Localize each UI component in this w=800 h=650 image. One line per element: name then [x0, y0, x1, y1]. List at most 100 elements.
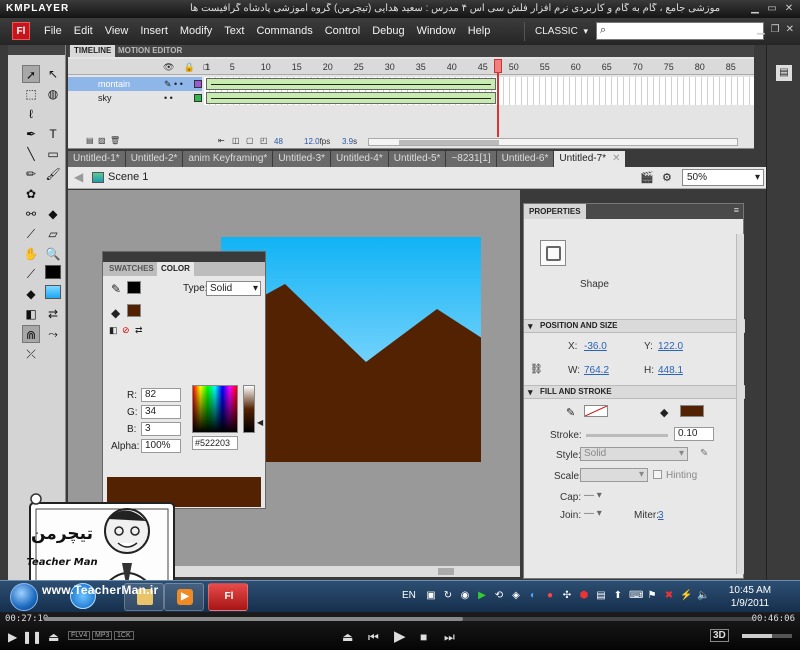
menu-control[interactable]: Control — [319, 25, 366, 37]
close-icon[interactable]: ✕ — [782, 2, 796, 15]
workspace-switcher[interactable]: CLASSIC — [524, 22, 588, 41]
fill-stroke-section[interactable]: FILL AND STROKE — [524, 385, 745, 399]
library-icon[interactable]: ▤ — [776, 65, 792, 81]
subselection-tool-icon[interactable]: ↖ — [44, 65, 62, 83]
menu-debug[interactable]: Debug — [366, 25, 410, 37]
tab-properties[interactable]: PROPERTIES — [524, 204, 586, 219]
start-button[interactable] — [10, 583, 38, 611]
tab-motion-editor[interactable]: MOTION EDITOR — [114, 45, 186, 57]
brightness-slider[interactable] — [243, 385, 255, 433]
document-tab[interactable]: Untitled-7* ✕ — [554, 151, 626, 167]
new-folder-icon[interactable]: ▨ — [98, 136, 106, 145]
tray-plug-icon[interactable]: ⚡ — [680, 589, 692, 603]
layer-row-sky[interactable]: sky • • — [68, 91, 754, 105]
document-tab[interactable]: Untitled-5* — [388, 151, 446, 167]
x-value[interactable]: -36.0 — [584, 341, 607, 352]
position-size-section[interactable]: POSITION AND SIZE — [524, 319, 745, 333]
document-tab[interactable]: Untitled-1* — [68, 151, 125, 167]
fill-swatch[interactable] — [127, 304, 141, 317]
layer-name[interactable]: sky — [68, 91, 202, 105]
3d-rotation-tool-icon[interactable]: ◍ — [44, 85, 62, 103]
tray-warning-icon[interactable]: ✖ — [663, 589, 675, 603]
previous-icon[interactable]: ⏮ — [368, 630, 379, 645]
tray-volume-icon[interactable]: 🔈 — [697, 589, 709, 603]
alpha-input[interactable]: 100% — [141, 439, 181, 453]
stop-icon[interactable]: ■ — [420, 630, 427, 644]
layer-row-montain[interactable]: montain ✎ • • — [68, 77, 754, 91]
tray-monitor-icon[interactable]: ▤ — [595, 589, 607, 603]
stroke-swatch[interactable] — [127, 281, 141, 294]
play-icon[interactable]: ▶ — [394, 627, 406, 645]
play-small-icon[interactable]: ▶ — [8, 630, 17, 644]
next-icon[interactable]: ⏭ — [444, 630, 455, 645]
new-layer-icon[interactable]: ▤ — [86, 136, 94, 145]
r-input[interactable]: 82 — [141, 388, 181, 402]
eject-button-icon[interactable]: ⏏ — [342, 630, 353, 644]
stroke-color-icon[interactable]: ✎ — [566, 406, 575, 419]
tray-network-icon[interactable]: ◉ — [459, 589, 471, 603]
selection-tool-icon[interactable]: ➚ — [22, 65, 40, 83]
brightness-arrow-icon[interactable]: ◀ — [257, 418, 263, 427]
menu-insert[interactable]: Insert — [134, 25, 174, 37]
tray-security-icon[interactable]: ● — [544, 589, 556, 603]
document-tab[interactable]: Untitled-2* — [125, 151, 183, 167]
document-tab[interactable]: Untitled-3* — [273, 151, 331, 167]
scale-select[interactable]: ▾ — [580, 468, 648, 482]
document-tab[interactable]: Untitled-6* — [496, 151, 554, 167]
straighten-icon[interactable]: ⤫ — [22, 345, 40, 363]
swap-colors-icon[interactable]: ⇄ — [44, 305, 62, 323]
tray-app-icon[interactable]: ▣ — [425, 589, 437, 603]
text-tool-icon[interactable]: T — [44, 125, 62, 143]
lock-ratio-icon[interactable]: ⛓ — [530, 364, 543, 375]
delete-layer-icon[interactable]: 🗑 — [110, 136, 120, 145]
fill-color-icon[interactable]: ◆ — [660, 406, 668, 419]
menu-file[interactable]: File — [38, 25, 68, 37]
edit-stroke-style-icon[interactable]: ✎ — [700, 448, 708, 459]
properties-scrollbar[interactable] — [736, 234, 744, 574]
bone-tool-icon[interactable]: ⚯ — [22, 205, 40, 223]
close-tab-icon[interactable]: ✕ — [612, 153, 620, 164]
3d-button[interactable]: 3D — [710, 629, 729, 642]
fill-color-swatch[interactable] — [44, 285, 62, 303]
tray-globe-icon[interactable]: ◐ — [527, 589, 539, 603]
seek-bar[interactable] — [44, 617, 754, 621]
snap-to-objects-icon[interactable]: ⋒ — [22, 325, 40, 343]
zoom-select[interactable]: 50% — [682, 169, 764, 186]
eyedropper-tool-icon[interactable]: ⟋ — [22, 225, 40, 243]
restore-icon[interactable]: ❐ — [771, 24, 780, 35]
black-white-icon[interactable]: ◧ — [22, 305, 40, 323]
hand-tool-icon[interactable]: ✋ — [22, 245, 40, 263]
hinting-checkbox[interactable] — [653, 470, 662, 479]
stroke-input[interactable]: 0.10 — [674, 427, 714, 441]
motion-tween-span[interactable] — [206, 78, 496, 90]
hex-input[interactable]: #522203 — [192, 436, 238, 450]
taskbar-flash[interactable]: Fl — [208, 583, 248, 611]
eject-icon[interactable]: ⏏ — [48, 630, 59, 644]
pen-tool-icon[interactable]: ✒ — [22, 125, 40, 143]
color-spectrum[interactable] — [192, 385, 238, 433]
style-select[interactable]: Solid ▾ — [580, 447, 688, 461]
tray-arrow-icon[interactable]: ↻ — [442, 589, 454, 603]
minimize-icon[interactable]: ▁ — [757, 24, 765, 35]
zoom-tool-icon[interactable]: 🔍 — [44, 245, 62, 263]
lasso-tool-icon[interactable]: ℓ — [22, 105, 40, 123]
onion-outlines-icon[interactable]: ▢ — [246, 136, 254, 145]
menu-edit[interactable]: Edit — [68, 25, 99, 37]
stroke-slider[interactable] — [586, 434, 668, 437]
pause-small-icon[interactable]: ❚❚ — [22, 630, 42, 644]
paint-bucket-tool-icon[interactable]: ◆ — [44, 205, 62, 223]
swap-colors-icon[interactable]: ⇄ — [135, 325, 143, 336]
fill-color-icon[interactable]: ◆ — [22, 285, 40, 303]
stroke-color-swatch[interactable] — [44, 265, 62, 283]
scene-label[interactable]: Scene 1 — [108, 171, 148, 183]
panel-grip[interactable] — [8, 45, 65, 55]
cap-select[interactable]: — ▾ — [584, 490, 602, 501]
b-input[interactable]: 3 — [141, 422, 181, 436]
taskbar-media-player[interactable]: ▶ — [164, 583, 204, 611]
eraser-tool-icon[interactable]: ▱ — [44, 225, 62, 243]
tray-shield-icon[interactable]: ◈ — [510, 589, 522, 603]
line-tool-icon[interactable]: ╲ — [22, 145, 40, 163]
tray-sync-icon[interactable]: ⟲ — [493, 589, 505, 603]
motion-tween-span[interactable] — [206, 92, 496, 104]
search-input[interactable]: ⌕ — [596, 22, 764, 40]
